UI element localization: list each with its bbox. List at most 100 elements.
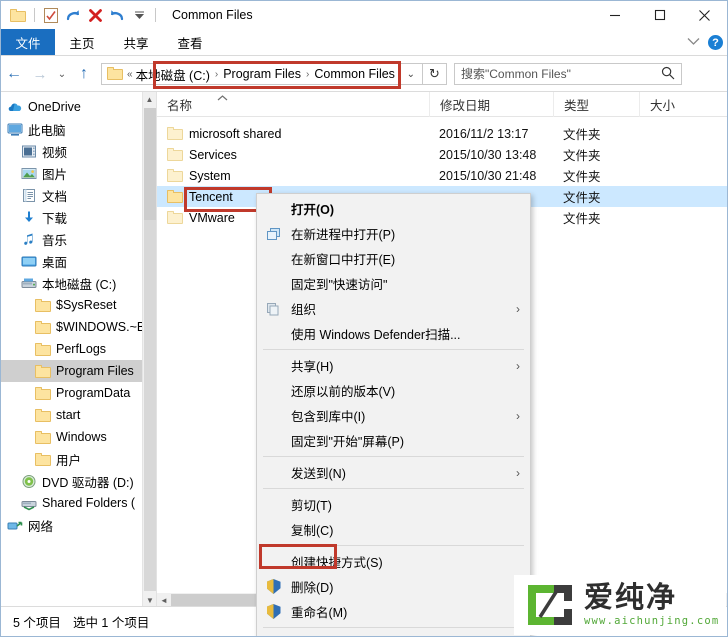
menu-item[interactable]: 组织 › bbox=[257, 296, 530, 321]
back-button[interactable]: ← bbox=[1, 61, 27, 87]
sidebar-item-视频[interactable]: 视频 bbox=[1, 140, 156, 162]
menu-item[interactable]: 重命名(M) bbox=[257, 599, 530, 624]
file-name-label: Tencent bbox=[189, 189, 233, 204]
sidebar-item-下载[interactable]: 下载 bbox=[1, 206, 156, 228]
customize-chevron-icon[interactable] bbox=[129, 5, 149, 25]
sidebar-item-perflogs[interactable]: PerfLogs bbox=[1, 338, 156, 360]
navigation-list: OneDrive 此电脑 视频图片文档 下载 音乐 桌面本地磁盘 (C:) $SysRese… bbox=[1, 92, 156, 536]
tab-home[interactable]: 主页 bbox=[55, 29, 109, 55]
breadcrumb-item-common-files[interactable]: Common Files bbox=[314, 67, 395, 81]
sidebar-item--sysreset[interactable]: $SysReset bbox=[1, 294, 156, 316]
sidebar-item-shared-folders-[interactable]: Shared Folders ( bbox=[1, 492, 156, 514]
menu-item[interactable]: 共享(H) › bbox=[257, 353, 530, 378]
sidebar-item-此电脑[interactable]: 此电脑 bbox=[1, 118, 156, 140]
menu-item[interactable]: 使用 Windows Defender扫描... bbox=[257, 321, 530, 346]
sidebar-item-dvd-驱动器-d-[interactable]: DVD 驱动器 (D:) bbox=[1, 470, 156, 492]
search-icon[interactable] bbox=[661, 66, 675, 83]
breadcrumb-item-drive[interactable]: 本地磁盘 (C:) bbox=[136, 65, 210, 84]
menu-item-icon-placeholder bbox=[265, 554, 282, 570]
scroll-left-arrow-icon[interactable]: ◄ bbox=[157, 593, 171, 607]
minimize-button[interactable] bbox=[592, 1, 637, 29]
breadcrumb-item-program-files[interactable]: Program Files bbox=[223, 67, 301, 81]
folder-icon[interactable] bbox=[8, 5, 28, 25]
sidebar-item-本地磁盘-c-[interactable]: 本地磁盘 (C:) bbox=[1, 272, 156, 294]
tab-share[interactable]: 共享 bbox=[109, 29, 163, 55]
menu-item[interactable]: 打开(O) bbox=[257, 196, 530, 221]
column-header-size[interactable]: 大小 bbox=[639, 92, 709, 117]
scroll-down-arrow-icon[interactable]: ▼ bbox=[143, 593, 156, 607]
tab-view[interactable]: 查看 bbox=[163, 29, 217, 55]
ribbon-right-controls: ? bbox=[687, 29, 723, 56]
forward-button[interactable]: → bbox=[27, 61, 53, 87]
menu-item[interactable]: 还原以前的版本(V) bbox=[257, 378, 530, 403]
sidebar-item-文档[interactable]: 文档 bbox=[1, 184, 156, 206]
sidebar-item-label: 本地磁盘 (C:) bbox=[42, 277, 117, 292]
folder-icon bbox=[167, 190, 183, 203]
sidebar-item-windows[interactable]: Windows bbox=[1, 426, 156, 448]
menu-item[interactable]: 创建快捷方式(S) bbox=[257, 549, 530, 574]
file-name-cell[interactable]: Services bbox=[157, 148, 429, 162]
maximize-button[interactable] bbox=[637, 1, 682, 29]
tab-file[interactable]: 文件 bbox=[1, 29, 55, 55]
menu-item[interactable]: 剪切(T) bbox=[257, 492, 530, 517]
sidebar-item-program-files[interactable]: Program Files bbox=[1, 360, 156, 382]
menu-item[interactable]: 复制(C) bbox=[257, 517, 530, 542]
navigation-scrollbar[interactable]: ▲ ▼ bbox=[142, 92, 156, 607]
sidebar-item-onedrive[interactable]: OneDrive bbox=[1, 96, 156, 118]
properties-icon[interactable] bbox=[41, 5, 61, 25]
sidebar-item-start[interactable]: start bbox=[1, 404, 156, 426]
table-row[interactable]: Services 2015/10/30 13:48 文件夹 bbox=[157, 144, 727, 165]
recent-locations-button[interactable]: ⌄ bbox=[53, 61, 71, 87]
menu-item[interactable]: 固定到"开始"屏幕(P) bbox=[257, 428, 530, 453]
table-row[interactable]: System 2015/10/30 21:48 文件夹 bbox=[157, 165, 727, 186]
search-input[interactable] bbox=[461, 67, 661, 81]
scroll-up-arrow-icon[interactable]: ▲ bbox=[143, 92, 156, 106]
expand-ribbon-chevron-icon[interactable] bbox=[687, 37, 700, 49]
menu-item[interactable]: 属性(R) bbox=[257, 631, 530, 636]
folder-icon bbox=[35, 319, 51, 335]
sidebar-item-用户[interactable]: 用户 bbox=[1, 448, 156, 470]
divider bbox=[34, 8, 35, 22]
sidebar-item-网络[interactable]: 网络 bbox=[1, 514, 156, 536]
menu-item[interactable]: 固定到"快速访问" bbox=[257, 271, 530, 296]
sidebar-item-programdata[interactable]: ProgramData bbox=[1, 382, 156, 404]
folder-icon bbox=[167, 127, 183, 140]
column-header-name[interactable]: 名称 bbox=[157, 92, 429, 117]
close-button[interactable] bbox=[682, 1, 727, 29]
sidebar-item--windows-b[interactable]: $WINDOWS.~B bbox=[1, 316, 156, 338]
caret-up-glyph bbox=[217, 95, 228, 101]
breadcrumb-overflow-icon[interactable]: « bbox=[127, 69, 133, 80]
redo-icon[interactable] bbox=[63, 5, 83, 25]
folder-icon bbox=[167, 148, 183, 161]
column-header-date[interactable]: 修改日期 bbox=[429, 92, 553, 117]
menu-item[interactable]: 删除(D) bbox=[257, 574, 530, 599]
navigation-scrollbar-track[interactable] bbox=[144, 220, 156, 591]
column-header-type[interactable]: 类型 bbox=[553, 92, 639, 117]
file-name-cell[interactable]: microsoft shared bbox=[157, 127, 429, 141]
address-bar: ← → ⌄ ↑ « 本地磁盘 (C:) › Program Files › Co… bbox=[1, 57, 727, 91]
sidebar-item-音乐[interactable]: 音乐 bbox=[1, 228, 156, 250]
delete-icon[interactable] bbox=[85, 5, 105, 25]
up-button[interactable]: ↑ bbox=[71, 61, 97, 87]
sidebar-item-label: ProgramData bbox=[56, 386, 131, 400]
breadcrumb-bar[interactable]: « 本地磁盘 (C:) › Program Files › Common Fil… bbox=[101, 63, 423, 85]
menu-item[interactable]: 在新窗口中打开(E) bbox=[257, 246, 530, 271]
help-icon[interactable]: ? bbox=[708, 35, 723, 50]
folder-icon bbox=[167, 169, 183, 182]
search-box[interactable] bbox=[454, 63, 682, 85]
navigation-scrollbar-thumb[interactable] bbox=[144, 108, 156, 220]
menu-separator bbox=[263, 456, 524, 457]
menu-item[interactable]: 在新进程中打开(P) bbox=[257, 221, 530, 246]
menu-item[interactable]: 包含到库中(I) › bbox=[257, 403, 530, 428]
undo-icon[interactable] bbox=[107, 5, 127, 25]
horizontal-scrollbar-thumb[interactable] bbox=[171, 594, 263, 606]
file-name-cell[interactable]: System bbox=[157, 169, 429, 183]
sidebar-item-label: 图片 bbox=[42, 167, 68, 182]
menu-item[interactable]: 发送到(N) › bbox=[257, 460, 530, 485]
refresh-button[interactable]: ↻ bbox=[423, 63, 447, 85]
sidebar-item-图片[interactable]: 图片 bbox=[1, 162, 156, 184]
sidebar-item-桌面[interactable]: 桌面 bbox=[1, 250, 156, 272]
table-row[interactable]: microsoft shared 2016/11/2 13:17 文件夹 bbox=[157, 123, 727, 144]
dvd-icon bbox=[21, 473, 37, 489]
breadcrumb-dropdown-icon[interactable]: ⌄ bbox=[400, 69, 422, 80]
